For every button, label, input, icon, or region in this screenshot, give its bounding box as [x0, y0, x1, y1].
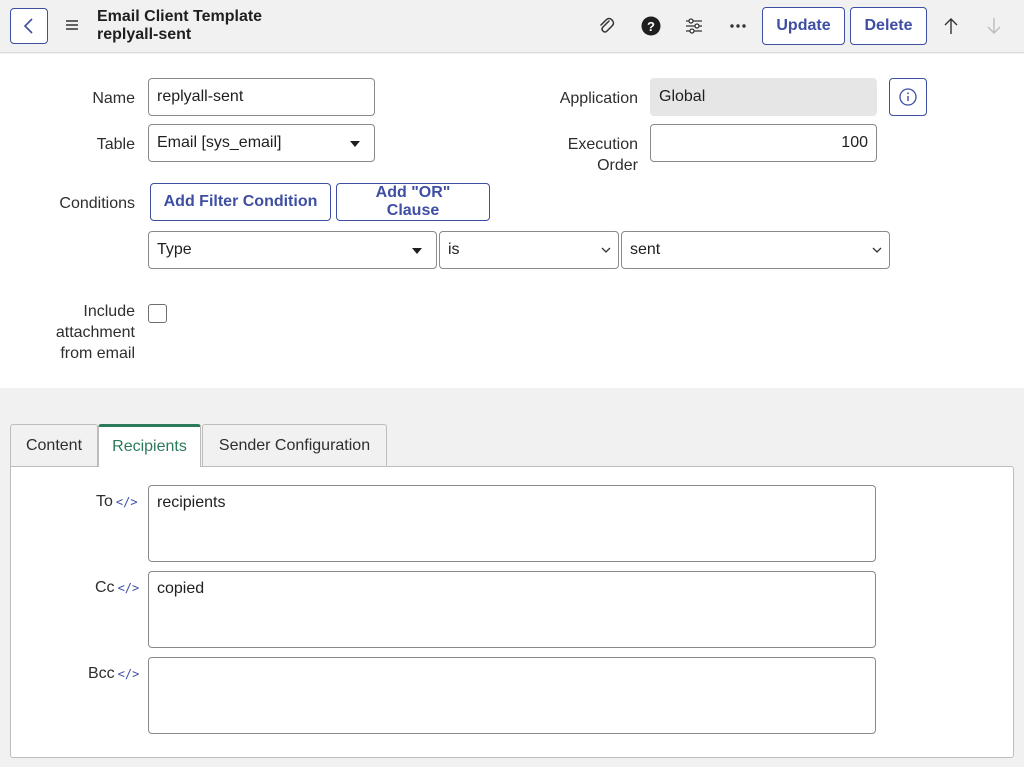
- to-label: To </>: [96, 493, 138, 511]
- include-attachment-checkbox[interactable]: [148, 304, 167, 323]
- condition-value-select[interactable]: sent: [621, 231, 890, 269]
- svg-text:?: ?: [647, 19, 655, 34]
- name-input[interactable]: replyall-sent: [148, 78, 375, 116]
- sliders-icon: [686, 18, 702, 34]
- table-label: Table: [96, 136, 135, 153]
- attachment-button[interactable]: [594, 14, 618, 38]
- application-label: Application: [559, 90, 638, 107]
- form-header: Email Client Template replyall-sent ? Up…: [0, 0, 1024, 53]
- script-icon[interactable]: </>: [116, 495, 138, 509]
- execution-order-label: Execution Order: [520, 134, 638, 176]
- settings-button[interactable]: [682, 14, 706, 38]
- record-type-title: Email Client Template: [97, 8, 263, 25]
- execution-order-label-line2: Order: [597, 157, 638, 174]
- application-info-button[interactable]: [889, 78, 927, 116]
- record-name-title: replyall-sent: [97, 26, 192, 43]
- tab-sender-configuration[interactable]: Sender Configuration: [202, 424, 387, 466]
- arrow-up-icon: [944, 18, 958, 34]
- add-or-clause-button[interactable]: Add "OR" Clause: [336, 183, 490, 221]
- condition-field-select[interactable]: Type: [148, 231, 437, 269]
- include-attachment-label-line2: attachment: [55, 324, 135, 341]
- page-title: Email Client Template replyall-sent: [97, 8, 262, 44]
- delete-button[interactable]: Delete: [850, 7, 927, 45]
- chevron-down-icon: [872, 247, 882, 253]
- cc-label: Cc </>: [95, 579, 139, 597]
- chevron-left-icon: [23, 18, 33, 34]
- add-filter-condition-button[interactable]: Add Filter Condition: [150, 183, 331, 221]
- table-select-value: Email [sys_email]: [157, 134, 282, 151]
- update-button[interactable]: Update: [762, 7, 845, 45]
- cc-textarea[interactable]: copied: [148, 571, 876, 648]
- previous-record-button[interactable]: [939, 14, 963, 38]
- form-body: Name replyall-sent Application Global Ta…: [0, 54, 1024, 388]
- bcc-textarea[interactable]: [148, 657, 876, 734]
- table-select[interactable]: Email [sys_email]: [148, 124, 375, 162]
- cc-label-text: Cc: [95, 579, 115, 596]
- paperclip-icon: [600, 17, 615, 33]
- hamburger-menu-icon[interactable]: [64, 17, 80, 33]
- condition-field-value: Type: [157, 241, 192, 258]
- script-icon[interactable]: </>: [118, 581, 140, 595]
- to-textarea[interactable]: recipients: [148, 485, 876, 562]
- to-label-text: To: [96, 493, 113, 510]
- chevron-down-icon: [601, 247, 611, 253]
- more-options-button[interactable]: [726, 14, 750, 38]
- caret-down-icon: [412, 248, 422, 254]
- tab-recipients[interactable]: Recipients: [98, 424, 201, 467]
- include-attachment-label-line1: Include: [83, 303, 135, 320]
- conditions-label: Conditions: [59, 195, 135, 212]
- include-attachment-label: Include attachment from email: [30, 301, 135, 364]
- condition-operator-value: is: [448, 241, 460, 258]
- condition-value-value: sent: [630, 241, 661, 258]
- caret-down-icon: [350, 141, 360, 147]
- include-attachment-label-line3: from email: [60, 345, 135, 362]
- execution-order-label-line1: Execution: [567, 136, 638, 153]
- application-field: Global: [650, 78, 877, 116]
- name-label: Name: [92, 90, 135, 107]
- execution-order-input[interactable]: 100: [650, 124, 877, 162]
- help-button[interactable]: ?: [639, 14, 663, 38]
- bcc-label: Bcc </>: [88, 665, 139, 683]
- tab-content[interactable]: Content: [10, 424, 98, 466]
- info-icon: [899, 88, 917, 106]
- back-button[interactable]: [10, 8, 48, 44]
- ellipsis-icon: [730, 24, 746, 28]
- script-icon[interactable]: </>: [118, 667, 140, 681]
- arrow-down-icon: [987, 18, 1001, 34]
- condition-operator-select[interactable]: is: [439, 231, 619, 269]
- bcc-label-text: Bcc: [88, 665, 115, 682]
- question-circle-icon: ?: [641, 16, 661, 36]
- next-record-button[interactable]: [982, 14, 1006, 38]
